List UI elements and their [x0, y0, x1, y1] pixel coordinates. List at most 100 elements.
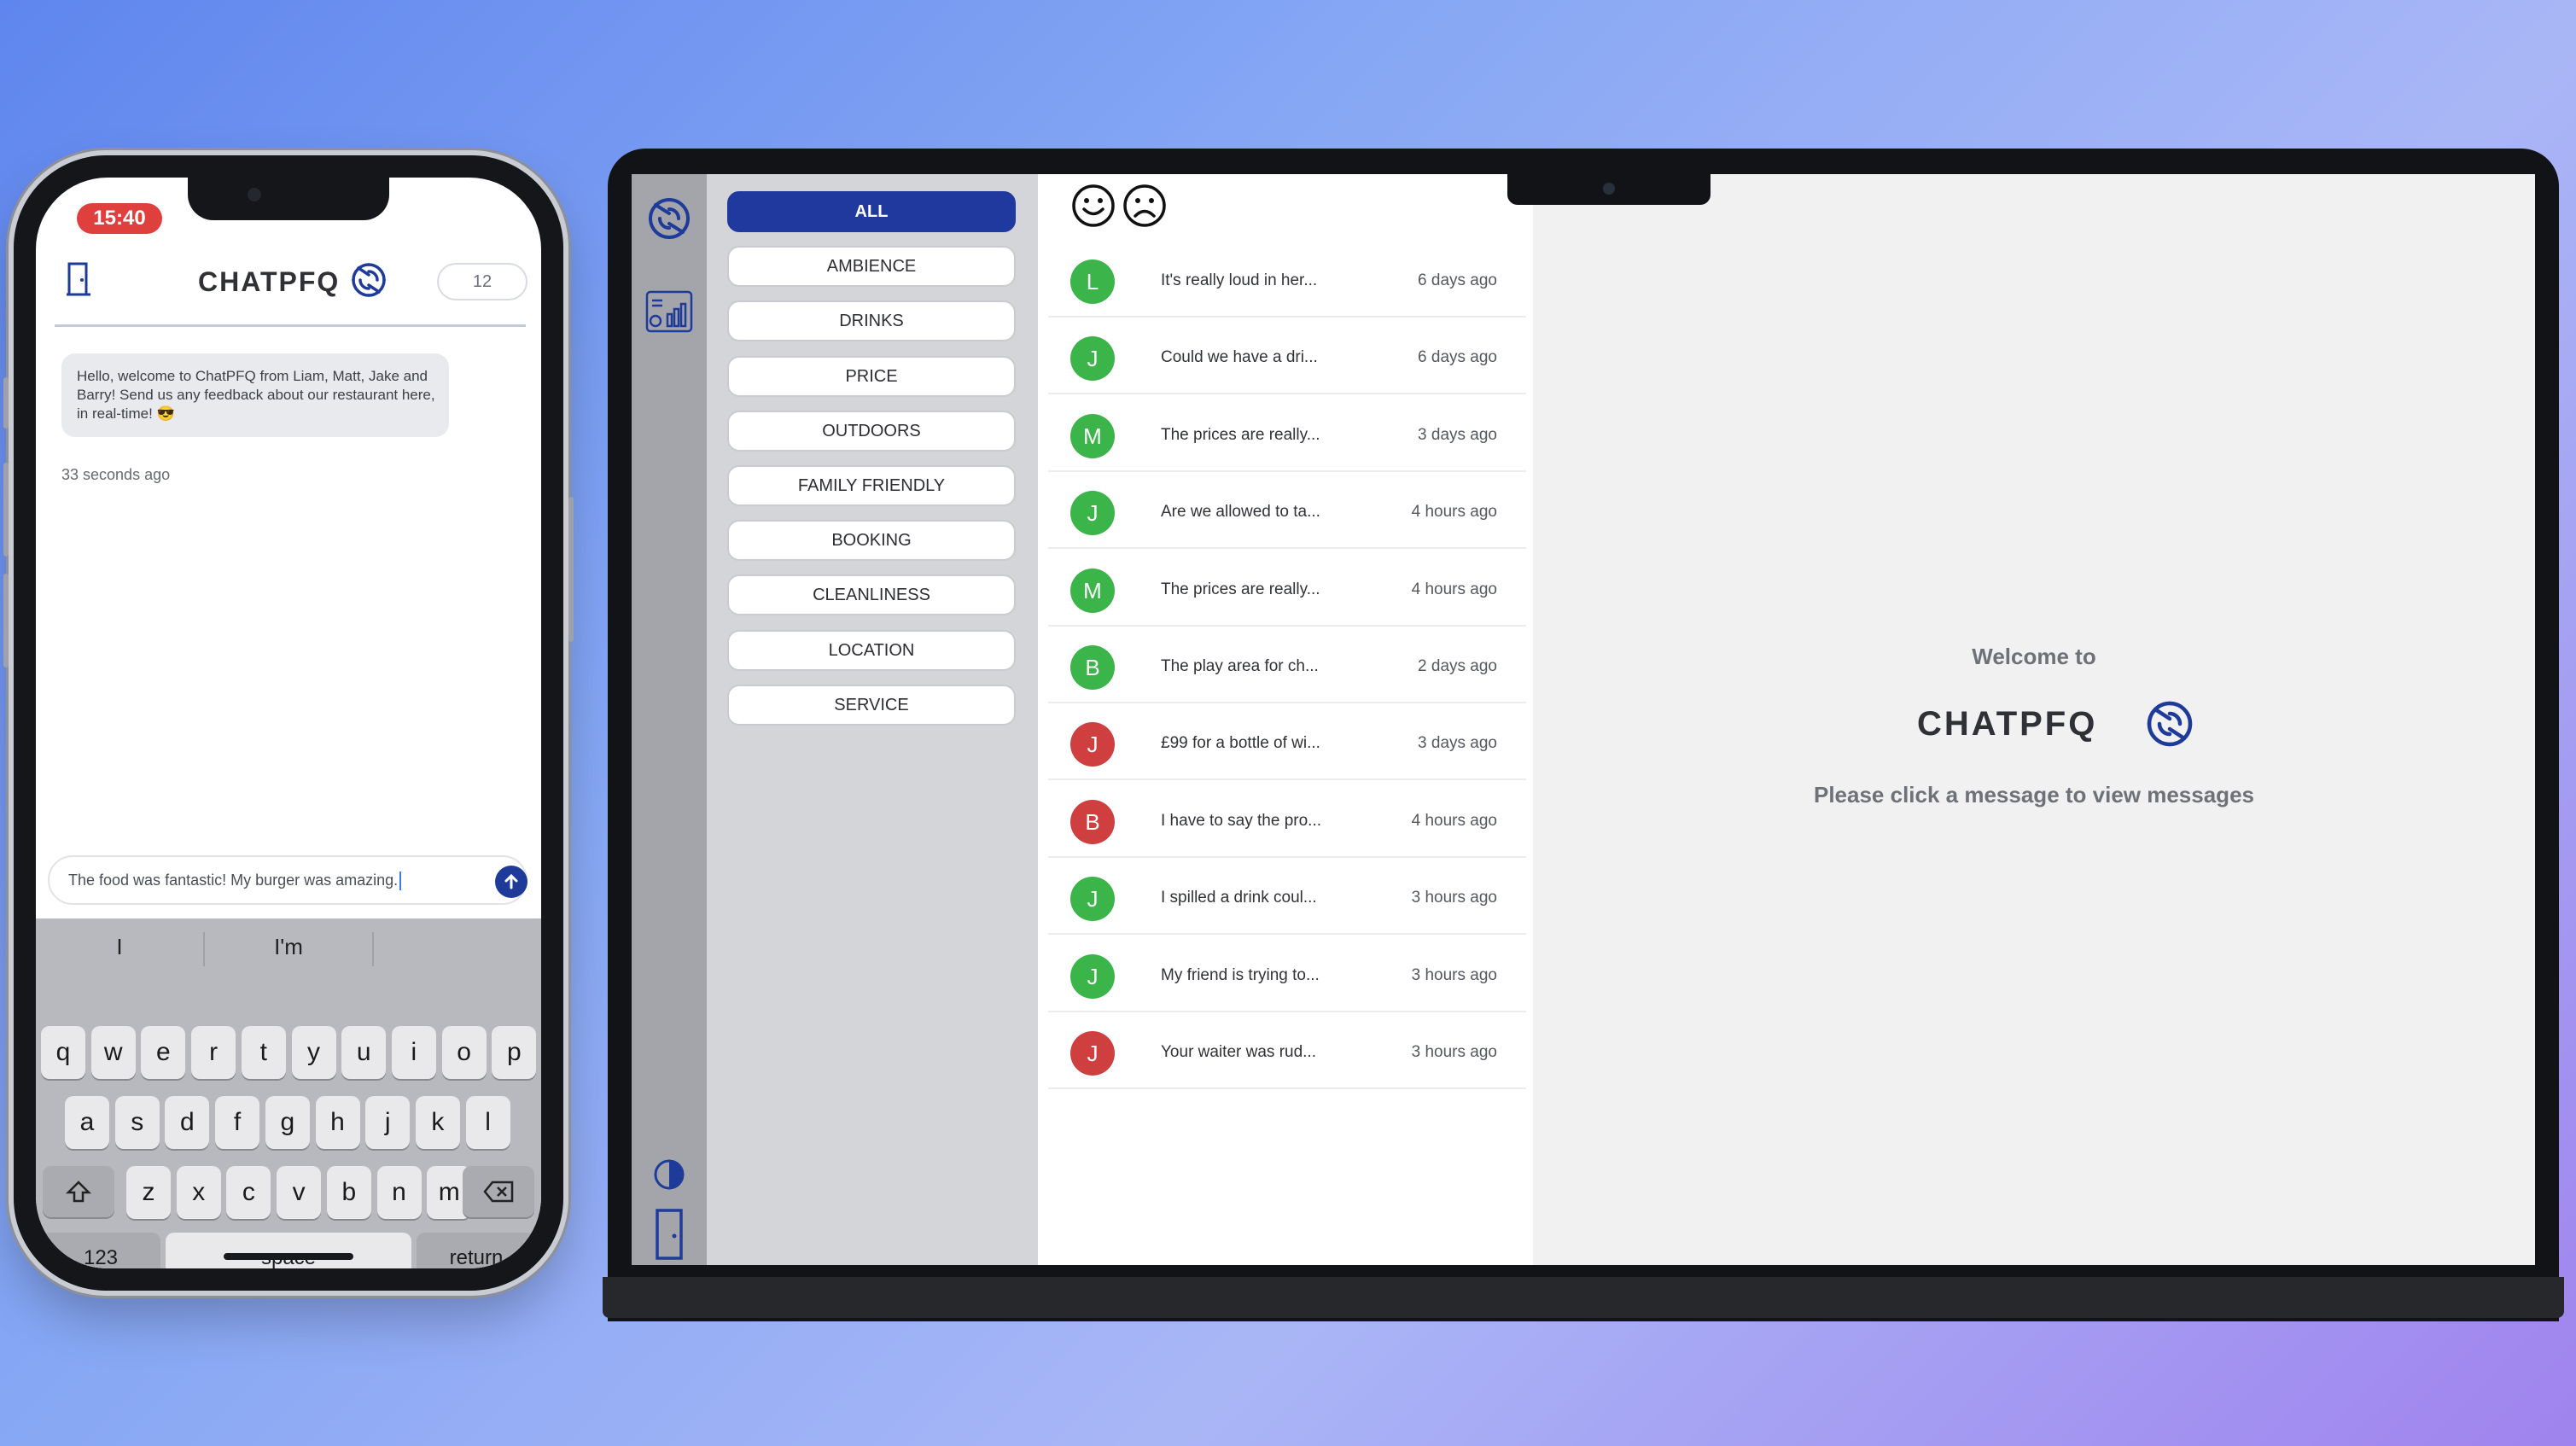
avatar: B — [1070, 799, 1115, 844]
key-k[interactable]: k — [415, 1096, 460, 1149]
message-row[interactable]: M The prices are really... 3 days ago — [1048, 395, 1526, 472]
key-o[interactable]: o — [441, 1026, 487, 1079]
category-button-cleanliness[interactable]: CLEANLINESS — [727, 574, 1016, 616]
avatar: J — [1070, 722, 1115, 767]
key-h[interactable]: h — [315, 1096, 360, 1149]
category-button-price[interactable]: PRICE — [727, 355, 1016, 397]
key-q[interactable]: q — [41, 1026, 85, 1079]
avatar: L — [1070, 259, 1115, 304]
key-s[interactable]: s — [114, 1096, 160, 1149]
message-preview: I spilled a drink coul... — [1161, 889, 1317, 907]
key-p[interactable]: p — [492, 1026, 537, 1079]
key-e[interactable]: e — [141, 1026, 186, 1079]
phone-header: CHATPFQ 12 — [36, 249, 541, 318]
onscreen-keyboard: I I'm qwertyuiop asdfghjkl zxcvbnm 123 s… — [36, 918, 541, 1268]
message-time: 3 hours ago — [1411, 1043, 1497, 1061]
message-preview: It's really loud in her... — [1161, 271, 1318, 289]
message-input-value[interactable]: The food was fantastic! My burger was am… — [68, 872, 402, 891]
smiley-face-icon[interactable] — [1070, 183, 1116, 229]
key-j[interactable]: j — [365, 1096, 411, 1149]
message-row[interactable]: J I spilled a drink coul... 3 hours ago — [1048, 858, 1526, 936]
message-time: 3 hours ago — [1411, 965, 1497, 984]
avatar: M — [1070, 568, 1115, 613]
message-preview: Could we have a dri... — [1161, 348, 1318, 367]
key-w[interactable]: w — [90, 1026, 136, 1079]
numbers-key[interactable]: 123 — [41, 1233, 160, 1268]
message-row[interactable]: J £99 for a bottle of wi... 3 days ago — [1048, 703, 1526, 781]
return-key[interactable]: return — [417, 1233, 536, 1268]
message-preview: £99 for a bottle of wi... — [1161, 734, 1320, 753]
phone-volume-up — [3, 463, 9, 557]
suggestion-2[interactable]: I'm — [205, 934, 372, 960]
message-row[interactable]: J My friend is trying to... 3 hours ago — [1048, 936, 1526, 1012]
message-time: 2 days ago — [1418, 657, 1497, 675]
message-detail-panel: Welcome to CHATPFQ Please click a messag… — [1533, 174, 2535, 1265]
message-row[interactable]: B The play area for ch... 2 days ago — [1048, 627, 1526, 703]
message-row[interactable]: J Your waiter was rud... 3 hours ago — [1048, 1012, 1526, 1089]
key-f[interactable]: f — [215, 1096, 260, 1149]
category-button-drinks[interactable]: DRINKS — [727, 300, 1016, 342]
key-v[interactable]: v — [277, 1166, 322, 1219]
avatar: M — [1070, 413, 1115, 458]
message-time: 4 hours ago — [1411, 503, 1497, 522]
category-filter-panel: ALL AMBIENCE DRINKS PRICE OUTDOORS FAMILY FRI… — [707, 174, 1038, 1265]
contrast-toggle-icon[interactable] — [650, 1156, 688, 1193]
message-row[interactable]: M The prices are really... 4 hours ago — [1048, 550, 1526, 627]
key-r[interactable]: r — [191, 1026, 236, 1079]
category-button-family-friendly[interactable]: FAMILY FRIENDLY — [727, 465, 1016, 506]
status-time: 15:40 — [77, 203, 162, 234]
message-row[interactable]: J Could we have a dri... 6 days ago — [1048, 318, 1526, 395]
select-message-hint: Please click a message to view messages — [1813, 782, 2254, 808]
message-time: 6 days ago — [1418, 271, 1497, 289]
avatar: B — [1070, 645, 1115, 690]
welcome-heading: Welcome to — [1972, 644, 2096, 669]
send-button[interactable] — [495, 866, 527, 898]
key-n[interactable]: n — [376, 1166, 422, 1219]
key-d[interactable]: d — [165, 1096, 210, 1149]
message-preview: Are we allowed to ta... — [1161, 503, 1320, 522]
key-c[interactable]: c — [226, 1166, 271, 1219]
key-b[interactable]: b — [326, 1166, 371, 1219]
key-u[interactable]: u — [341, 1026, 387, 1079]
key-t[interactable]: t — [241, 1026, 286, 1079]
welcome-brand-title: CHATPFQ — [1917, 705, 2098, 743]
key-i[interactable]: i — [391, 1026, 436, 1079]
icon-sidebar — [632, 174, 707, 1265]
category-button-booking[interactable]: BOOKING — [727, 520, 1016, 562]
chatpfq-swirl-icon[interactable] — [644, 193, 695, 244]
key-x[interactable]: x — [176, 1166, 221, 1219]
message-list-panel: L It's really loud in her... 6 days ago J Co… — [1038, 174, 1533, 1265]
message-row[interactable]: L It's really loud in her... 6 days ago — [1048, 241, 1526, 318]
space-key[interactable]: space — [166, 1233, 411, 1268]
message-time: 4 hours ago — [1411, 811, 1497, 830]
phone-notch — [188, 178, 389, 220]
key-z[interactable]: z — [126, 1166, 171, 1219]
message-time: 4 hours ago — [1411, 580, 1497, 598]
laptop-base — [603, 1277, 2564, 1318]
key-a[interactable]: a — [65, 1096, 109, 1149]
shift-key[interactable] — [43, 1166, 114, 1217]
category-button-all[interactable]: ALL — [727, 191, 1016, 232]
message-row[interactable]: B I have to say the pro... 4 hours ago — [1048, 781, 1526, 858]
message-preview: The play area for ch... — [1161, 657, 1319, 675]
message-row[interactable]: J Are we allowed to ta... 4 hours ago — [1048, 472, 1526, 550]
sad-face-icon[interactable] — [1122, 183, 1168, 229]
category-button-location[interactable]: LOCATION — [727, 629, 1016, 671]
phone-device: 15:40 CHATPFQ 12 Hello, welcome to ChatP… — [3, 155, 574, 1291]
home-indicator[interactable] — [224, 1253, 353, 1260]
analytics-icon[interactable] — [644, 287, 695, 338]
key-y[interactable]: y — [291, 1026, 336, 1079]
category-button-service[interactable]: SERVICE — [727, 684, 1016, 726]
laptop-device: ALL AMBIENCE DRINKS PRICE OUTDOORS FAMILY FRI… — [608, 149, 2559, 1321]
category-button-outdoors[interactable]: OUTDOORS — [727, 410, 1016, 452]
unread-count-badge[interactable]: 12 — [437, 263, 527, 300]
door-exit-icon[interactable] — [654, 1207, 685, 1262]
suggestion-1[interactable]: I — [36, 934, 203, 960]
backspace-key[interactable] — [463, 1166, 534, 1217]
key-g[interactable]: g — [265, 1096, 310, 1149]
category-button-ambience[interactable]: AMBIENCE — [727, 246, 1016, 288]
key-l[interactable]: l — [465, 1096, 510, 1149]
door-exit-icon[interactable] — [67, 261, 90, 297]
message-input[interactable]: The food was fantastic! My burger was am… — [48, 855, 527, 905]
phone-volume-down — [3, 574, 9, 668]
